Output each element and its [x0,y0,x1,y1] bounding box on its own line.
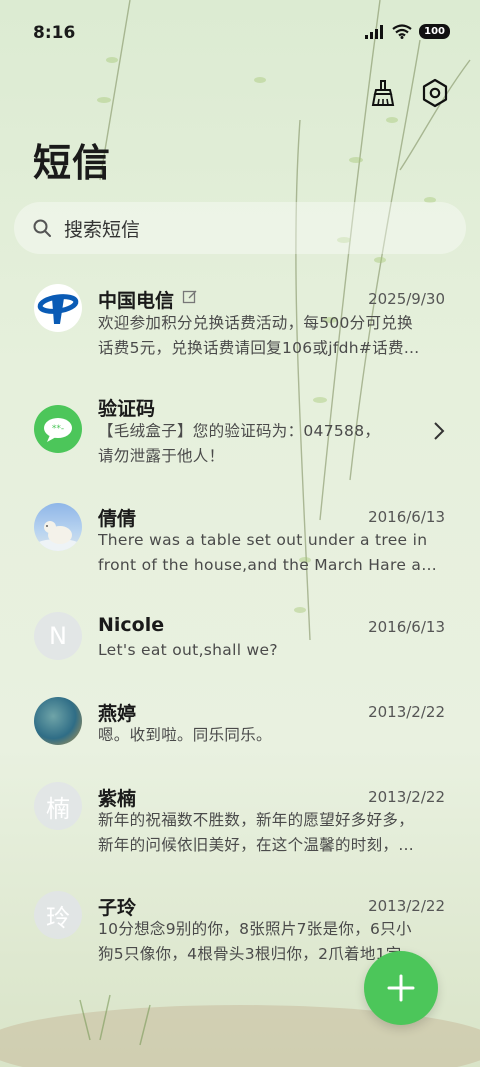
contact-name: 紫楠 [98,788,137,810]
avatar: N [34,612,82,660]
avatar: 玲 [34,891,82,939]
contact-name: 子玲 [98,897,137,919]
top-actions [368,78,450,108]
contact-name: 倩倩 [98,508,137,530]
wifi-icon [392,24,412,39]
message-date: 2013/2/22 [368,897,445,915]
search-icon [33,219,51,237]
message-date: 2025/9/30 [368,290,445,308]
message-preview: Let's eat out,shall we? [98,641,278,659]
contact-name: 燕婷 [98,703,137,725]
edit-icon [182,290,197,304]
new-message-button[interactable] [364,951,438,1025]
search-bar[interactable]: 搜索短信 [14,202,466,254]
status-icons: 100 [365,24,450,39]
svg-text:**-: **- [52,424,64,434]
message-bubble-icon: **- [34,405,82,453]
broom-icon[interactable] [368,78,398,108]
avatar: 楠 [34,782,82,830]
status-bar: 8:16 100 [0,0,480,66]
search-placeholder: 搜索短信 [64,218,141,241]
contact-name: 验证码 [98,398,156,420]
contact-name: Nicole [98,614,165,636]
message-preview: 新年的祝福数不胜数，新年的愿望好多好多， 新年的问候依旧美好，在这个温馨的时刻，… [98,811,415,854]
contact-name: 中国电信 [98,290,175,312]
signal-icon [365,24,384,39]
message-preview: 欢迎参加积分兑换话费活动，每500分可兑换 话费5元，兑换话费请回复106或jf… [98,314,420,357]
plus-icon [387,974,415,1002]
settings-icon[interactable] [420,78,450,108]
message-date: 2016/6/13 [368,508,445,526]
message-preview: 嗯。收到啦。同乐同乐。 [98,726,272,744]
battery-indicator: 100 [419,24,450,39]
page-title: 短信 [33,141,112,185]
polar-bear-photo [34,503,82,551]
landscape-photo [34,697,82,745]
message-preview: There was a table set out under a tree i… [98,531,445,574]
message-date: 2016/6/13 [368,618,445,636]
china-telecom-logo [34,284,82,332]
status-time: 8:16 [33,23,76,43]
message-preview: 【毛绒盒子】您的验证码为：047588， 请勿泄露于他人！ [98,422,381,465]
message-date: 2013/2/22 [368,703,445,721]
message-date: 2013/2/22 [368,788,445,806]
chevron-right-icon[interactable] [432,421,446,441]
